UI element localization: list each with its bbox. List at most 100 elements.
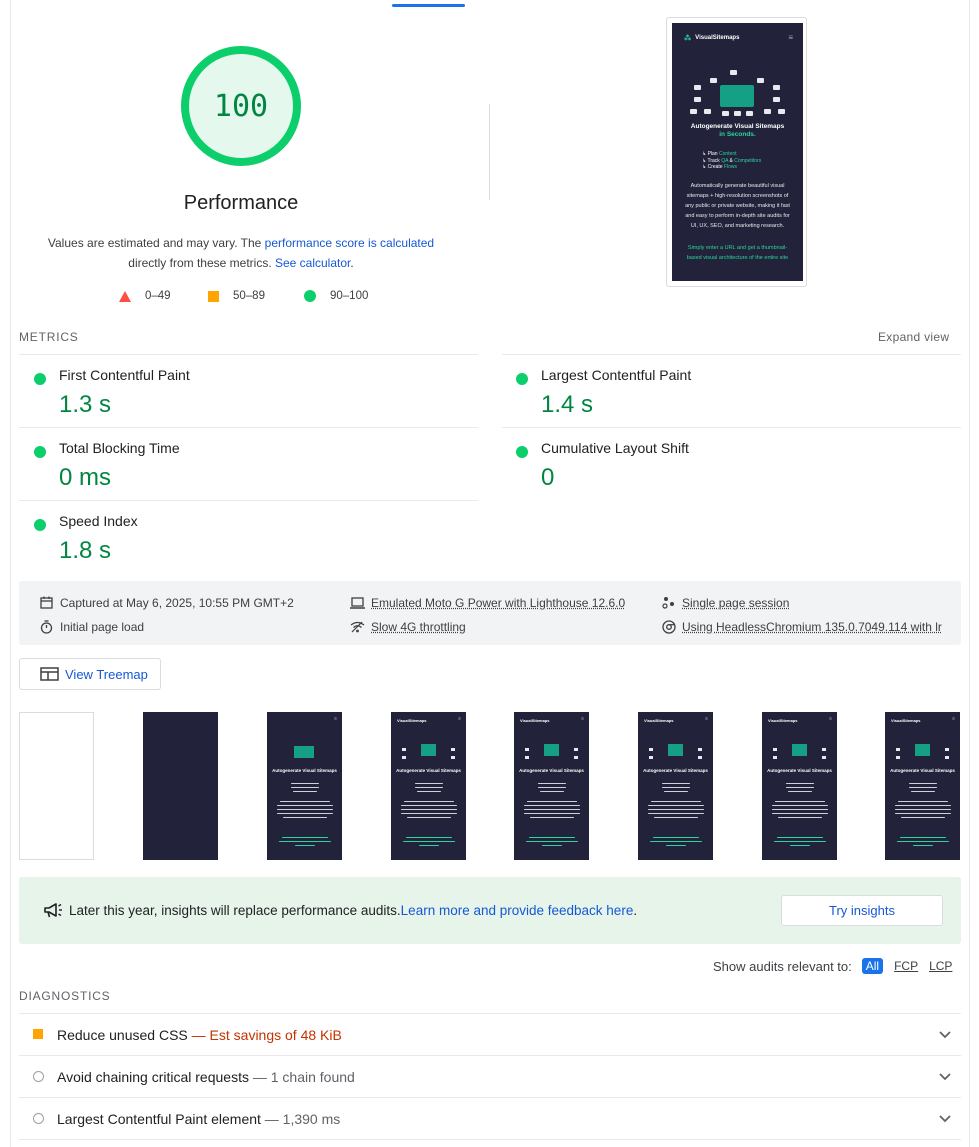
screenshot-title: Autogenerate Visual Sitemaps in Seconds. <box>690 123 785 138</box>
filmstrip-frame <box>143 712 218 860</box>
pass-circle-icon <box>34 373 46 385</box>
hero-graphic <box>544 744 559 756</box>
sitemap-node <box>722 111 729 116</box>
screenshot-content: ⁂ VisualSitemaps ≡ Autogenerate Visual S… <box>672 23 803 281</box>
divider <box>502 354 961 355</box>
filter-lcp-chip[interactable]: LCP <box>929 959 952 973</box>
active-tab-indicator <box>392 4 465 7</box>
hamburger-menu-icon: ≡ <box>829 716 832 722</box>
legend-average: 50–89 <box>208 290 265 302</box>
hero-graphic <box>792 744 807 756</box>
sitemap-node <box>710 78 717 83</box>
view-treemap-button[interactable]: View Treemap <box>19 658 161 690</box>
final-screenshot[interactable]: ⁂ VisualSitemaps ≡ Autogenerate Visual S… <box>666 17 807 287</box>
filmstrip-frame: VisualSitemaps ≡ Autogenerate Visual Site… <box>762 712 837 860</box>
legend-fail: 0–49 <box>119 290 171 302</box>
filmstrip-frame: ≡ Autogenerate Visual Sitemaps <box>267 712 342 860</box>
filter-all-chip[interactable]: All <box>861 958 884 974</box>
hero-graphic <box>421 744 436 756</box>
insights-message: Later this year, insights will replace p… <box>43 902 637 918</box>
page-load-type: Initial page load <box>39 619 144 634</box>
chevron-down-icon[interactable] <box>939 1110 951 1128</box>
filter-fcp-chip[interactable]: FCP <box>894 959 918 973</box>
hamburger-menu-icon: ≡ <box>788 33 793 42</box>
runtime-settings: Captured at May 6, 2025, 10:55 PM GMT+2 … <box>19 581 961 645</box>
gauge-description: Values are estimated and may vary. The p… <box>47 236 435 270</box>
session-dots-icon <box>661 595 676 610</box>
sitemap-node <box>734 111 741 116</box>
informative-circle-icon <box>33 1113 44 1124</box>
sitemap-node <box>730 70 737 75</box>
try-insights-button[interactable]: Try insights <box>781 895 943 926</box>
hamburger-menu-icon: ≡ <box>581 716 584 722</box>
average-square-icon <box>208 290 219 302</box>
audit-row-critical-requests[interactable]: Avoid chaining critical requests — 1 cha… <box>19 1056 961 1098</box>
filmstrip-frame: VisualSitemaps ≡ Autogenerate Visual Site… <box>885 712 960 860</box>
learn-more-link[interactable]: Learn more and provide feedback here <box>401 903 634 918</box>
network-throttling[interactable]: Slow 4G throttling <box>350 619 466 634</box>
divider <box>19 354 478 355</box>
sitemap-node <box>704 109 711 114</box>
frame-border-right <box>969 0 970 1147</box>
session-type[interactable]: Single page session <box>661 595 789 610</box>
pass-circle-icon <box>516 446 528 458</box>
hero-graphic <box>915 744 930 756</box>
stopwatch-icon <box>39 619 54 634</box>
score-calculated-link[interactable]: performance score is calculated <box>265 236 434 250</box>
sitemap-node <box>773 85 780 90</box>
calendar-icon <box>39 595 54 610</box>
vertical-divider <box>489 104 490 200</box>
sitemap-node <box>757 78 764 83</box>
hamburger-menu-icon: ≡ <box>705 716 708 722</box>
browser-version[interactable]: Using HeadlessChromium 135.0.7049.114 wi… <box>661 619 942 634</box>
divider <box>502 427 961 428</box>
hero-graphic <box>668 744 683 756</box>
hamburger-menu-icon: ≡ <box>952 716 955 722</box>
diagnostics-heading: DIAGNOSTICS <box>19 989 111 1003</box>
audit-row-lcp-element[interactable]: Largest Contentful Paint element — 1,390… <box>19 1098 961 1140</box>
divider <box>19 427 478 428</box>
insights-banner: Later this year, insights will replace p… <box>19 877 961 944</box>
pass-circle-icon <box>304 290 316 302</box>
filmstrip-frame: VisualSitemaps ≡ Autogenerate Visual Site… <box>391 712 466 860</box>
chrome-icon <box>661 619 676 634</box>
emulated-device[interactable]: Emulated Moto G Power with Lighthouse 12… <box>350 595 625 610</box>
pass-circle-icon <box>34 519 46 531</box>
pass-circle-icon <box>34 446 46 458</box>
megaphone-icon <box>43 902 63 918</box>
filmstrip-frame: VisualSitemaps ≡ Autogenerate Visual Site… <box>638 712 713 860</box>
sitemap-node <box>778 109 785 114</box>
screenshot-header: ⁂ VisualSitemaps <box>684 35 740 42</box>
divider <box>19 1139 961 1140</box>
see-calculator-link[interactable]: See calculator <box>275 256 350 270</box>
audit-filter: Show audits relevant to: All FCP LCP <box>713 958 953 974</box>
informative-circle-icon <box>33 1071 44 1082</box>
pass-circle-icon <box>516 373 528 385</box>
screenshot-paragraph: Automatically generate beautiful visual … <box>685 183 790 229</box>
sitemap-node <box>694 97 701 102</box>
performance-gauge: 100 <box>181 46 301 166</box>
logo-icon: ⁂ <box>684 35 692 42</box>
average-square-icon <box>33 1029 43 1039</box>
filmstrip-frame <box>19 712 94 860</box>
wifi-icon <box>350 619 365 634</box>
legend-pass: 90–100 <box>304 290 368 302</box>
expand-view-toggle[interactable]: Expand view <box>878 330 949 344</box>
performance-score: 100 <box>213 88 269 124</box>
laptop-icon <box>350 595 365 610</box>
gauge-label: Performance <box>183 192 299 214</box>
audit-row-unused-css[interactable]: Reduce unused CSS — Est savings of 48 Ki… <box>19 1014 961 1056</box>
hero-graphic <box>294 746 314 758</box>
captured-at: Captured at May 6, 2025, 10:55 PM GMT+2 <box>39 595 294 610</box>
treemap-icon <box>40 667 59 681</box>
chevron-down-icon[interactable] <box>939 1026 951 1044</box>
frame-border-left <box>10 0 11 1147</box>
hamburger-menu-icon: ≡ <box>458 716 461 722</box>
hamburger-menu-icon: ≡ <box>334 716 337 722</box>
sitemap-node <box>694 85 701 90</box>
screenshot-cta: Simply enter a URL and get a thumbnail-b… <box>686 245 789 261</box>
chevron-down-icon[interactable] <box>939 1068 951 1086</box>
divider <box>19 500 478 501</box>
sitemap-node <box>764 109 771 114</box>
screenshot-bullets: ↳ Plan Content ↳ Track QA & Competitors … <box>702 151 762 170</box>
